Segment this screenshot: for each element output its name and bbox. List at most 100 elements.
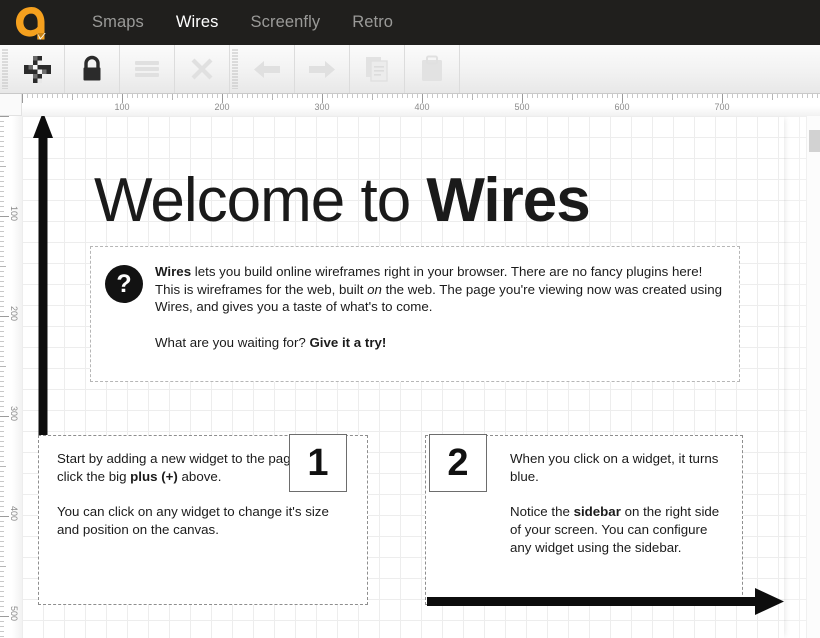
plus-add-widget-icon [23,55,51,83]
add-widget-button[interactable] [10,45,65,93]
ruler-tick [287,94,288,98]
ruler-tick [0,471,4,472]
ruler-tick [757,94,758,98]
ruler-tick [0,256,4,257]
ruler-tick [0,246,4,247]
vertical-ruler[interactable]: 100 200 300 400 500 [0,116,22,638]
ruler-tick [52,94,53,98]
undo-button[interactable] [240,45,295,93]
ruler-tick [0,146,4,147]
vertical-scrollbar[interactable] [806,116,820,638]
ruler-tick [0,551,4,552]
ruler-tick [412,94,413,98]
ruler-tick [0,546,4,547]
ruler-tick [482,94,483,98]
ruler-tick [0,376,4,377]
ruler-tick [577,94,578,98]
ruler-tick [802,94,803,98]
widget-step-number-2[interactable]: 2 [429,434,487,492]
ruler-tick [0,406,4,407]
delete-button[interactable] [175,45,230,93]
ruler-tick [0,401,4,402]
ruler-tick [22,94,23,103]
ruler-tick [817,94,818,98]
nav-item-smaps[interactable]: Smaps [76,0,160,45]
info-lead-wires: Wires [155,264,192,279]
horizontal-ruler[interactable]: 100 200 300 400 500 600 700 [22,94,820,116]
ruler-tick [572,94,573,100]
ruler-label-h: 200 [214,102,230,112]
ruler-tick [242,94,243,98]
ruler-tick [327,94,328,98]
copy-icon [364,55,390,83]
ruler-tick [642,94,643,98]
ruler-tick [382,94,383,98]
ruler-tick [0,596,4,597]
ruler-tick [0,556,4,557]
ruler-tick [552,94,553,98]
ruler-tick [92,94,93,98]
step1-p1-b: above. [177,469,222,484]
widget-arrow-right[interactable] [427,588,784,616]
ruler-tick [0,201,4,202]
vertical-scrollbar-thumb[interactable] [809,130,820,152]
canvas-page[interactable]: Welcome to Wires ? Wires lets you build … [22,116,784,638]
ruler-tick [752,94,753,98]
ruler-tick [0,411,4,412]
ruler-tick [532,94,533,98]
ruler-tick [0,491,4,492]
ruler-tick [0,171,4,172]
toolbar-drag-handle[interactable] [0,49,10,89]
info-p2-bold: Give it a try! [309,334,387,350]
ruler-tick [0,526,4,527]
align-lines-icon [132,57,162,81]
nav-item-retro[interactable]: Retro [336,0,409,45]
ruler-tick [0,576,4,577]
redo-button[interactable] [295,45,350,93]
ruler-tick [127,94,128,98]
paste-button[interactable] [405,45,460,93]
ruler-tick [0,606,4,607]
ruler-tick [0,151,4,152]
logo-a-icon[interactable] [8,0,54,45]
nav-items: Smaps Wires Screenfly Retro [76,0,409,45]
ruler-tick [0,361,4,362]
ruler-tick [77,94,78,98]
ruler-tick [117,94,118,98]
widget-step-number-1[interactable]: 1 [289,434,347,492]
align-button[interactable] [120,45,175,93]
nav-item-wires[interactable]: Wires [160,0,235,45]
ruler-tick [0,221,4,222]
ruler-tick [152,94,153,98]
ruler-tick [217,94,218,98]
ruler-label-v: 300 [9,406,19,422]
ruler-tick [812,94,813,98]
ruler-tick [0,226,4,227]
ruler-label-v: 500 [9,606,19,622]
ruler-tick [0,321,4,322]
ruler-tick [0,241,4,242]
ruler-tick [707,94,708,98]
ruler-tick [0,516,9,517]
ruler-tick [332,94,333,98]
ruler-tick [0,231,4,232]
widget-page-title[interactable]: Welcome to Wires [94,166,714,236]
widget-info-box[interactable]: ? Wires lets you build online wireframes… [90,246,740,382]
redo-arrow-icon [307,58,337,80]
ruler-tick [0,326,4,327]
question-mark-icon: ? [105,265,143,303]
ruler-tick [72,94,73,100]
ruler-tick [0,181,4,182]
ruler-tick [397,94,398,98]
ruler-tick [0,341,4,342]
wireframe-canvas[interactable]: Welcome to Wires ? Wires lets you build … [22,116,820,638]
ruler-tick [212,94,213,98]
ruler-tick [612,94,613,98]
lock-button[interactable] [65,45,120,93]
ruler-tick [732,94,733,98]
copy-button[interactable] [350,45,405,93]
ruler-tick [0,611,4,612]
ruler-tick [0,481,4,482]
nav-item-screenfly[interactable]: Screenfly [235,0,337,45]
ruler-tick [342,94,343,98]
